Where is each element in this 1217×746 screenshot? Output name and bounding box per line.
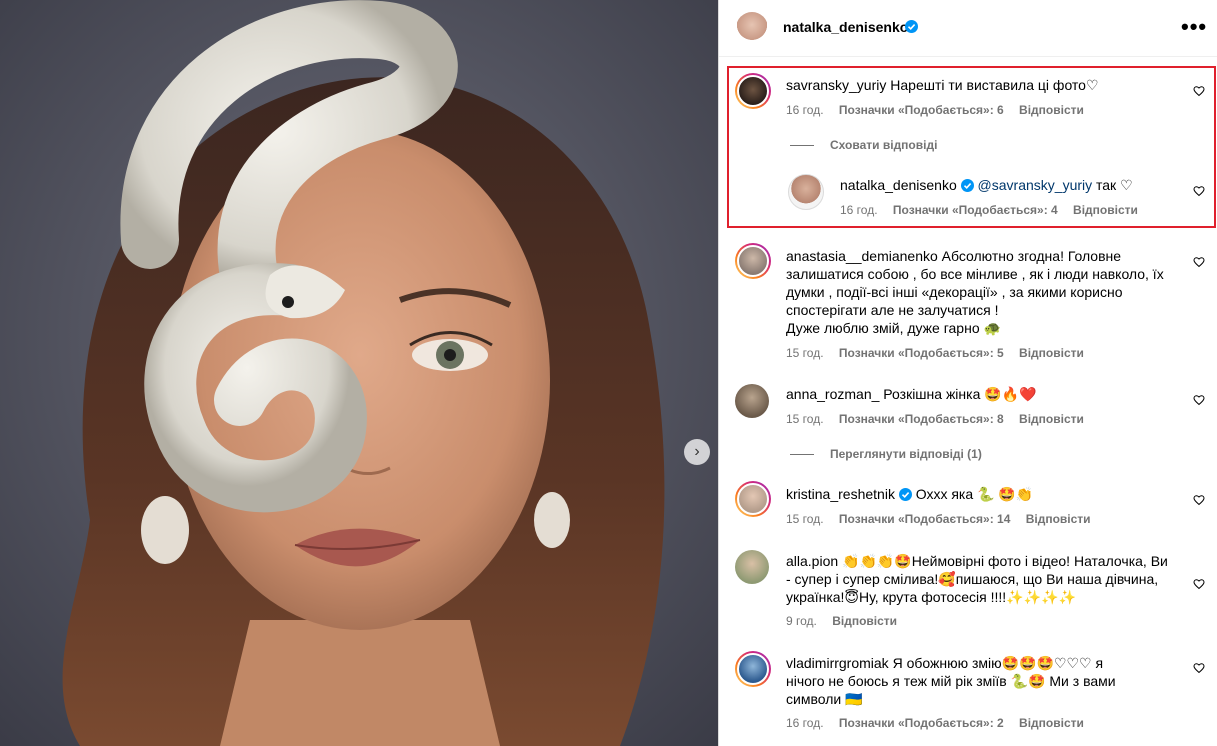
reply-time[interactable]: 16 год. (840, 203, 878, 217)
reply-button[interactable]: Відповісти (1019, 412, 1084, 426)
comment-time[interactable]: 16 год. (786, 103, 824, 117)
reply-text: так ♡ (1092, 177, 1133, 193)
comment-body: kristina_reshetnik Оххх яка 🐍 🤩👏 (786, 485, 1186, 505)
comment-text: Нарешті ти виставила ці фото♡ (890, 77, 1099, 93)
view-replies-button[interactable]: Переглянути відповіді (1) (790, 447, 982, 461)
like-heart-icon[interactable] (1193, 394, 1205, 406)
portrait-image (0, 0, 718, 746)
comment-text-line: Дуже люблю змій, дуже гарно 🐢 (786, 320, 1001, 336)
comment-text-line: символи 🇺🇦 (786, 691, 863, 707)
like-heart-icon[interactable] (1193, 256, 1205, 268)
commenter-avatar[interactable] (735, 550, 769, 584)
comment-meta: 15 год. Позначки «Подобається»: 5 Відпов… (786, 346, 1096, 360)
commenter-avatar[interactable] (735, 481, 771, 517)
post-header: natalka_denisenko ••• (719, 0, 1217, 57)
comment-body: vladimirrgromiak Я обожнюю змію🤩🤩🤩♡♡♡ я … (786, 654, 1196, 708)
comment-likes[interactable]: Позначки «Подобається»: 14 (839, 512, 1010, 526)
comment-time[interactable]: 16 год. (786, 716, 824, 730)
next-photo-button[interactable]: › (684, 439, 710, 465)
comment-text-line: залишатися собою , бо все мінливе , як і… (786, 266, 1164, 282)
comment-meta: 15 год. Позначки «Подобається»: 14 Відпо… (786, 512, 1103, 526)
comment-text-line: українка!😇Ну, крута фотосесія !!!!✨✨✨✨ (786, 589, 1076, 605)
author-avatar[interactable] (736, 12, 768, 44)
reply-username[interactable]: natalka_denisenko (840, 177, 957, 193)
comment-text-line: думки , події-всі інші «декорації» , за … (786, 284, 1123, 300)
comment-body: anastasia__demianenko Абсолютно згодна! … (786, 247, 1186, 337)
reply-meta: 16 год. Позначки «Подобається»: 4 Відпов… (840, 203, 1150, 217)
reply-avatar[interactable] (788, 174, 824, 210)
reply-button[interactable]: Відповісти (1073, 203, 1138, 217)
comment-text-line: - супер і супер смілива!🥰пишаюся, що Ви … (786, 571, 1159, 587)
comment-time[interactable]: 15 год. (786, 346, 824, 360)
comment-time[interactable]: 9 год. (786, 614, 817, 628)
commenter-avatar[interactable] (735, 243, 771, 279)
comment-username[interactable]: savransky_yuriy (786, 77, 886, 93)
more-options-icon[interactable]: ••• (1181, 14, 1207, 40)
comment-likes[interactable]: Позначки «Подобається»: 8 (839, 412, 1004, 426)
comment-body: anna_rozman_ Розкішна жінка 🤩🔥❤️ (786, 385, 1186, 403)
comment-body: savransky_yuriy Нарешті ти виставила ці … (786, 76, 1186, 94)
comment-username[interactable]: vladimirrgromiak (786, 655, 889, 671)
comment-username[interactable]: anastasia__demianenko (786, 248, 938, 264)
like-heart-icon[interactable] (1193, 662, 1205, 674)
comment-text-line: нічого не боюсь я теж мій рік зміїв 🐍🤩 М… (786, 673, 1116, 689)
comment-time[interactable]: 15 год. (786, 412, 824, 426)
comment-body: alla.pion 👏👏👏🤩Неймовірні фото і відео! Н… (786, 552, 1196, 606)
verified-badge-icon (898, 487, 912, 505)
comment-meta: 16 год. Позначки «Подобається»: 6 Відпов… (786, 103, 1096, 117)
reply-button[interactable]: Відповісти (832, 614, 897, 628)
reply-button[interactable]: Відповісти (1019, 716, 1084, 730)
like-heart-icon[interactable] (1193, 85, 1205, 97)
author-username[interactable]: natalka_denisenko (783, 19, 908, 35)
comment-text-line: 👏👏👏🤩Неймовірні фото і відео! Наталочка, … (842, 553, 1168, 569)
like-heart-icon[interactable] (1193, 494, 1205, 506)
reply-likes[interactable]: Позначки «Подобається»: 4 (893, 203, 1058, 217)
comments-panel: natalka_denisenko ••• savransky_yuriy На… (719, 0, 1217, 746)
comment-text-line: спостерігати але не залучатися ! (786, 302, 999, 318)
comment-time[interactable]: 15 год. (786, 512, 824, 526)
verified-badge-icon (905, 20, 918, 36)
comment-text-line: Абсолютно згодна! Головне (941, 248, 1122, 264)
commenter-avatar[interactable] (735, 73, 771, 109)
comment-meta: 15 год. Позначки «Подобається»: 8 Відпов… (786, 412, 1096, 426)
comment-username[interactable]: anna_rozman_ (786, 386, 879, 402)
verified-badge-icon (960, 178, 974, 196)
comment-text: Оххх яка 🐍 🤩👏 (915, 486, 1034, 502)
comment-meta: 16 год. Позначки «Подобається»: 2 Відпов… (786, 716, 1096, 730)
reply-mention[interactable]: @savransky_yuriy (978, 177, 1093, 193)
commenter-avatar[interactable] (735, 384, 769, 418)
hide-replies-button[interactable]: Сховати відповіді (790, 138, 937, 152)
post-photo: › (0, 0, 718, 746)
reply-button[interactable]: Відповісти (1019, 103, 1084, 117)
reply-button[interactable]: Відповісти (1019, 346, 1084, 360)
comment-meta: 9 год. Відповісти (786, 614, 909, 628)
commenter-avatar[interactable] (735, 651, 771, 687)
reply-body: natalka_denisenko @savransky_yuriy так ♡ (840, 176, 1180, 196)
comment-likes[interactable]: Позначки «Подобається»: 5 (839, 346, 1004, 360)
reply-button[interactable]: Відповісти (1026, 512, 1091, 526)
like-heart-icon[interactable] (1193, 578, 1205, 590)
chevron-right-icon: › (694, 443, 700, 460)
comment-username[interactable]: alla.pion (786, 553, 838, 569)
comment-text-line: Я обожнюю змію🤩🤩🤩♡♡♡ я (892, 655, 1104, 671)
comment-text: Розкішна жінка 🤩🔥❤️ (883, 386, 1037, 402)
comment-likes[interactable]: Позначки «Подобається»: 6 (839, 103, 1004, 117)
like-heart-icon[interactable] (1193, 185, 1205, 197)
comment-username[interactable]: kristina_reshetnik (786, 486, 895, 502)
comment-likes[interactable]: Позначки «Подобається»: 2 (839, 716, 1004, 730)
